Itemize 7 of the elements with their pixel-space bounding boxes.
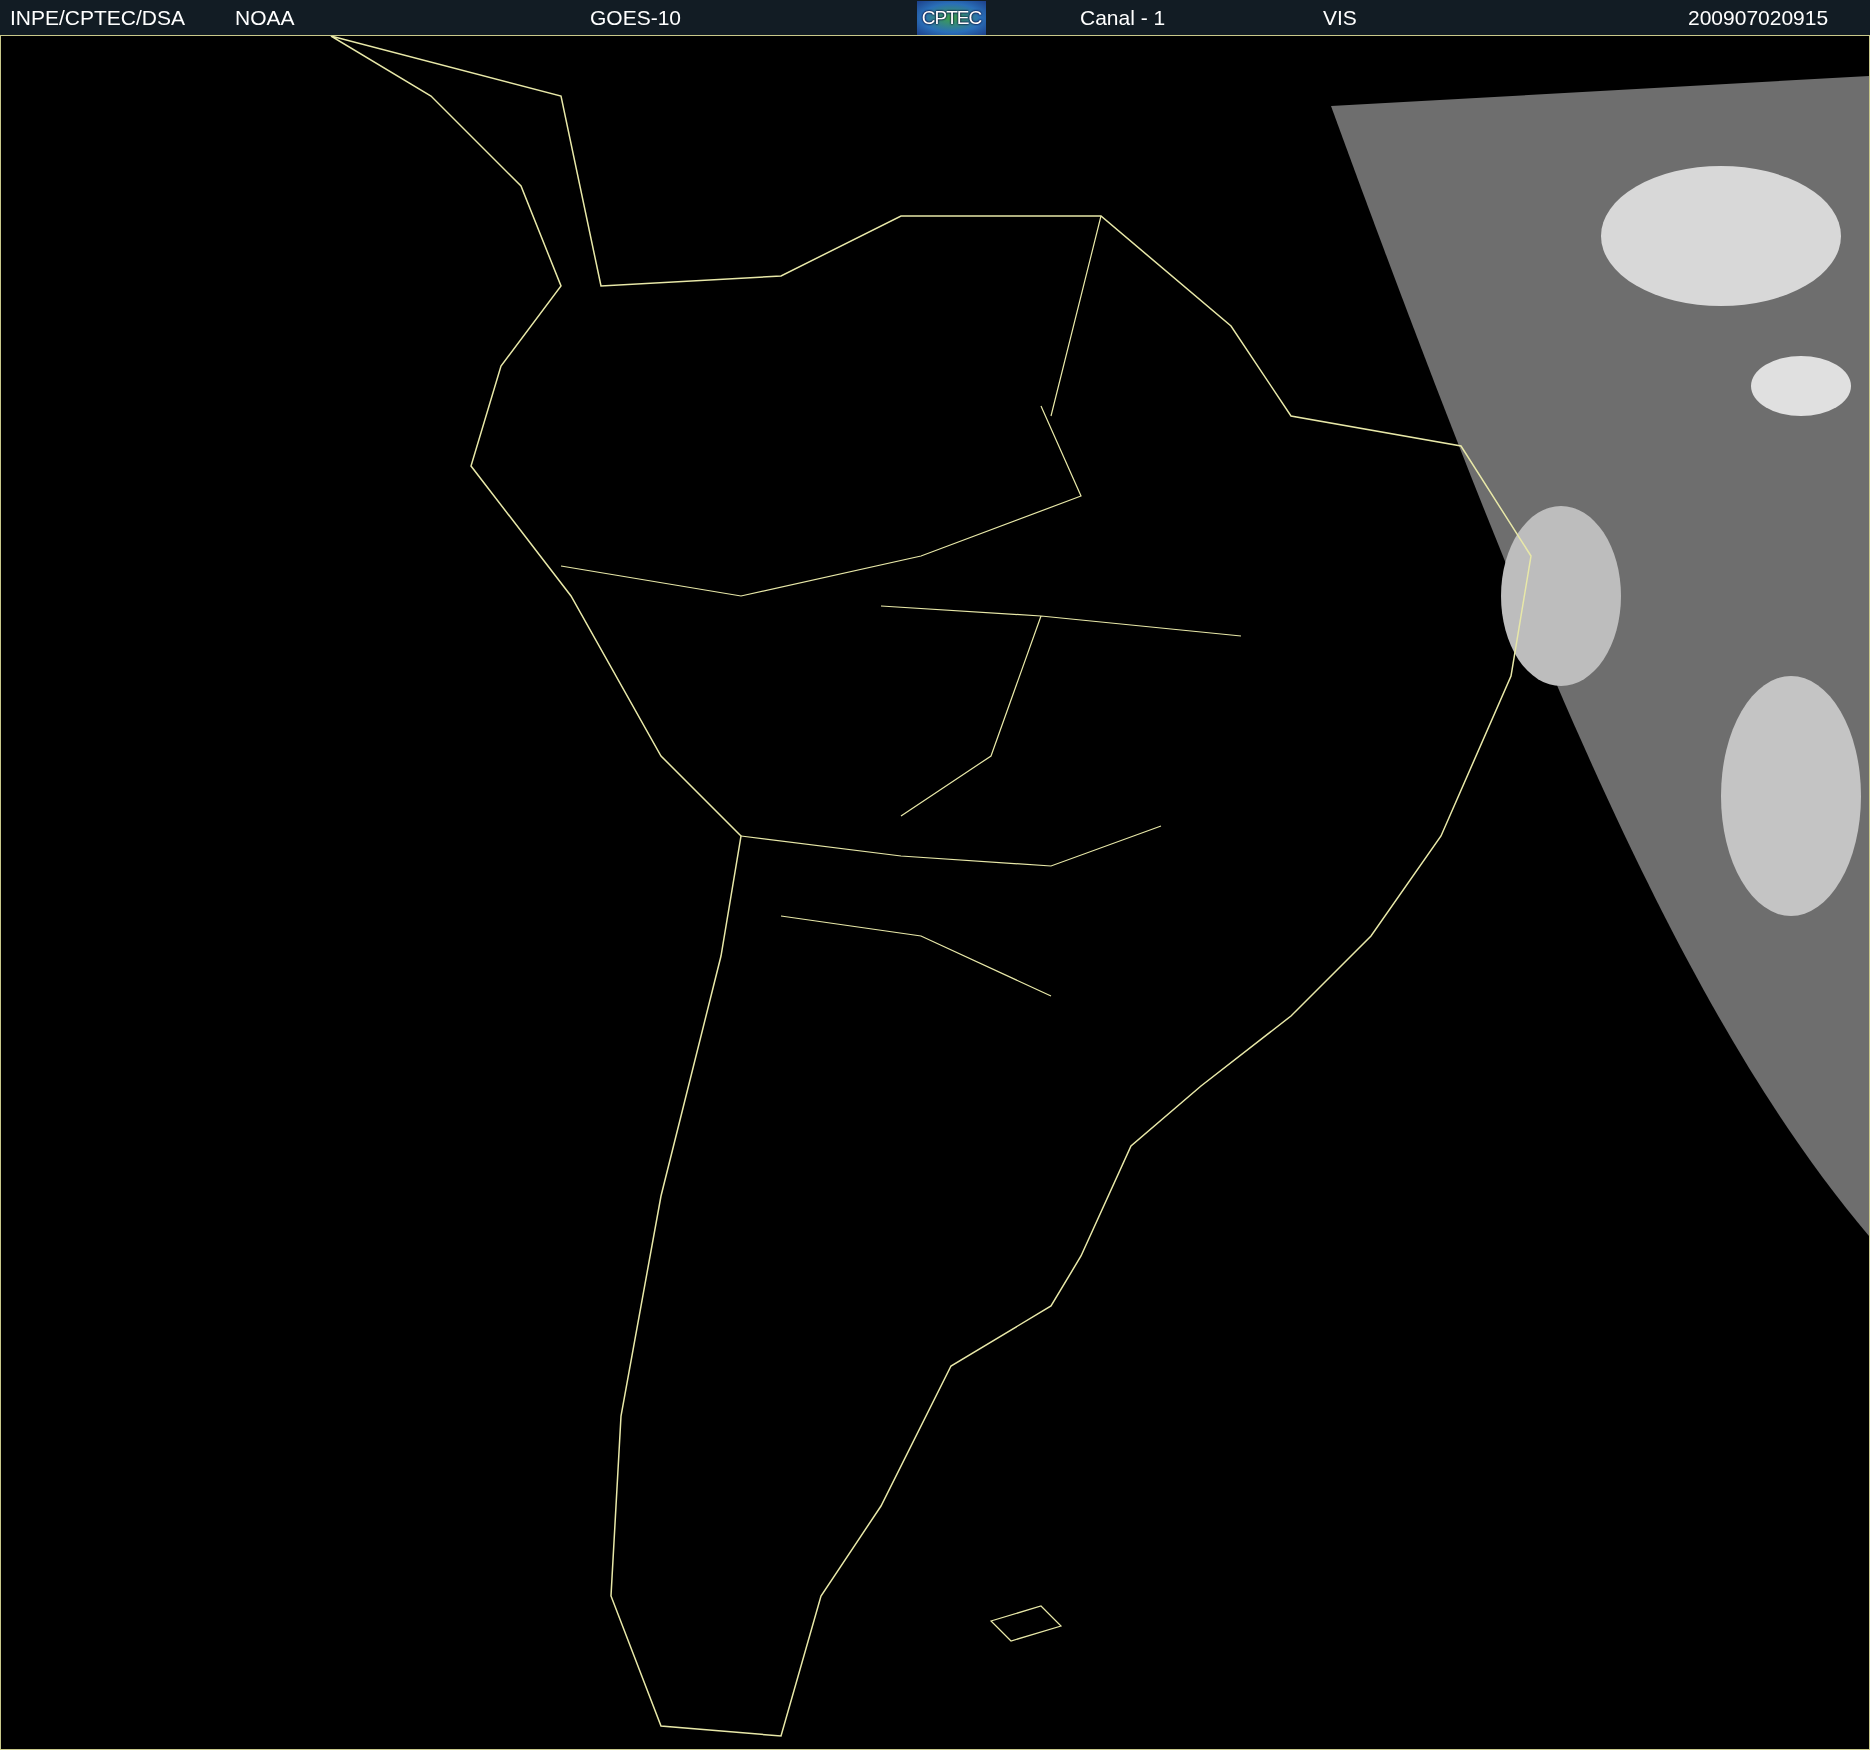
header-label: GOES-10	[590, 5, 682, 29]
header-label: Canal - 1	[1080, 5, 1166, 29]
header-label: INPE/CPTEC/DSA	[10, 5, 186, 29]
header-label: NOAA	[235, 5, 295, 29]
header-label: 200907020915	[1688, 5, 1829, 29]
logo: CPTEC	[917, 0, 986, 35]
header-label: VIS	[1323, 5, 1357, 29]
